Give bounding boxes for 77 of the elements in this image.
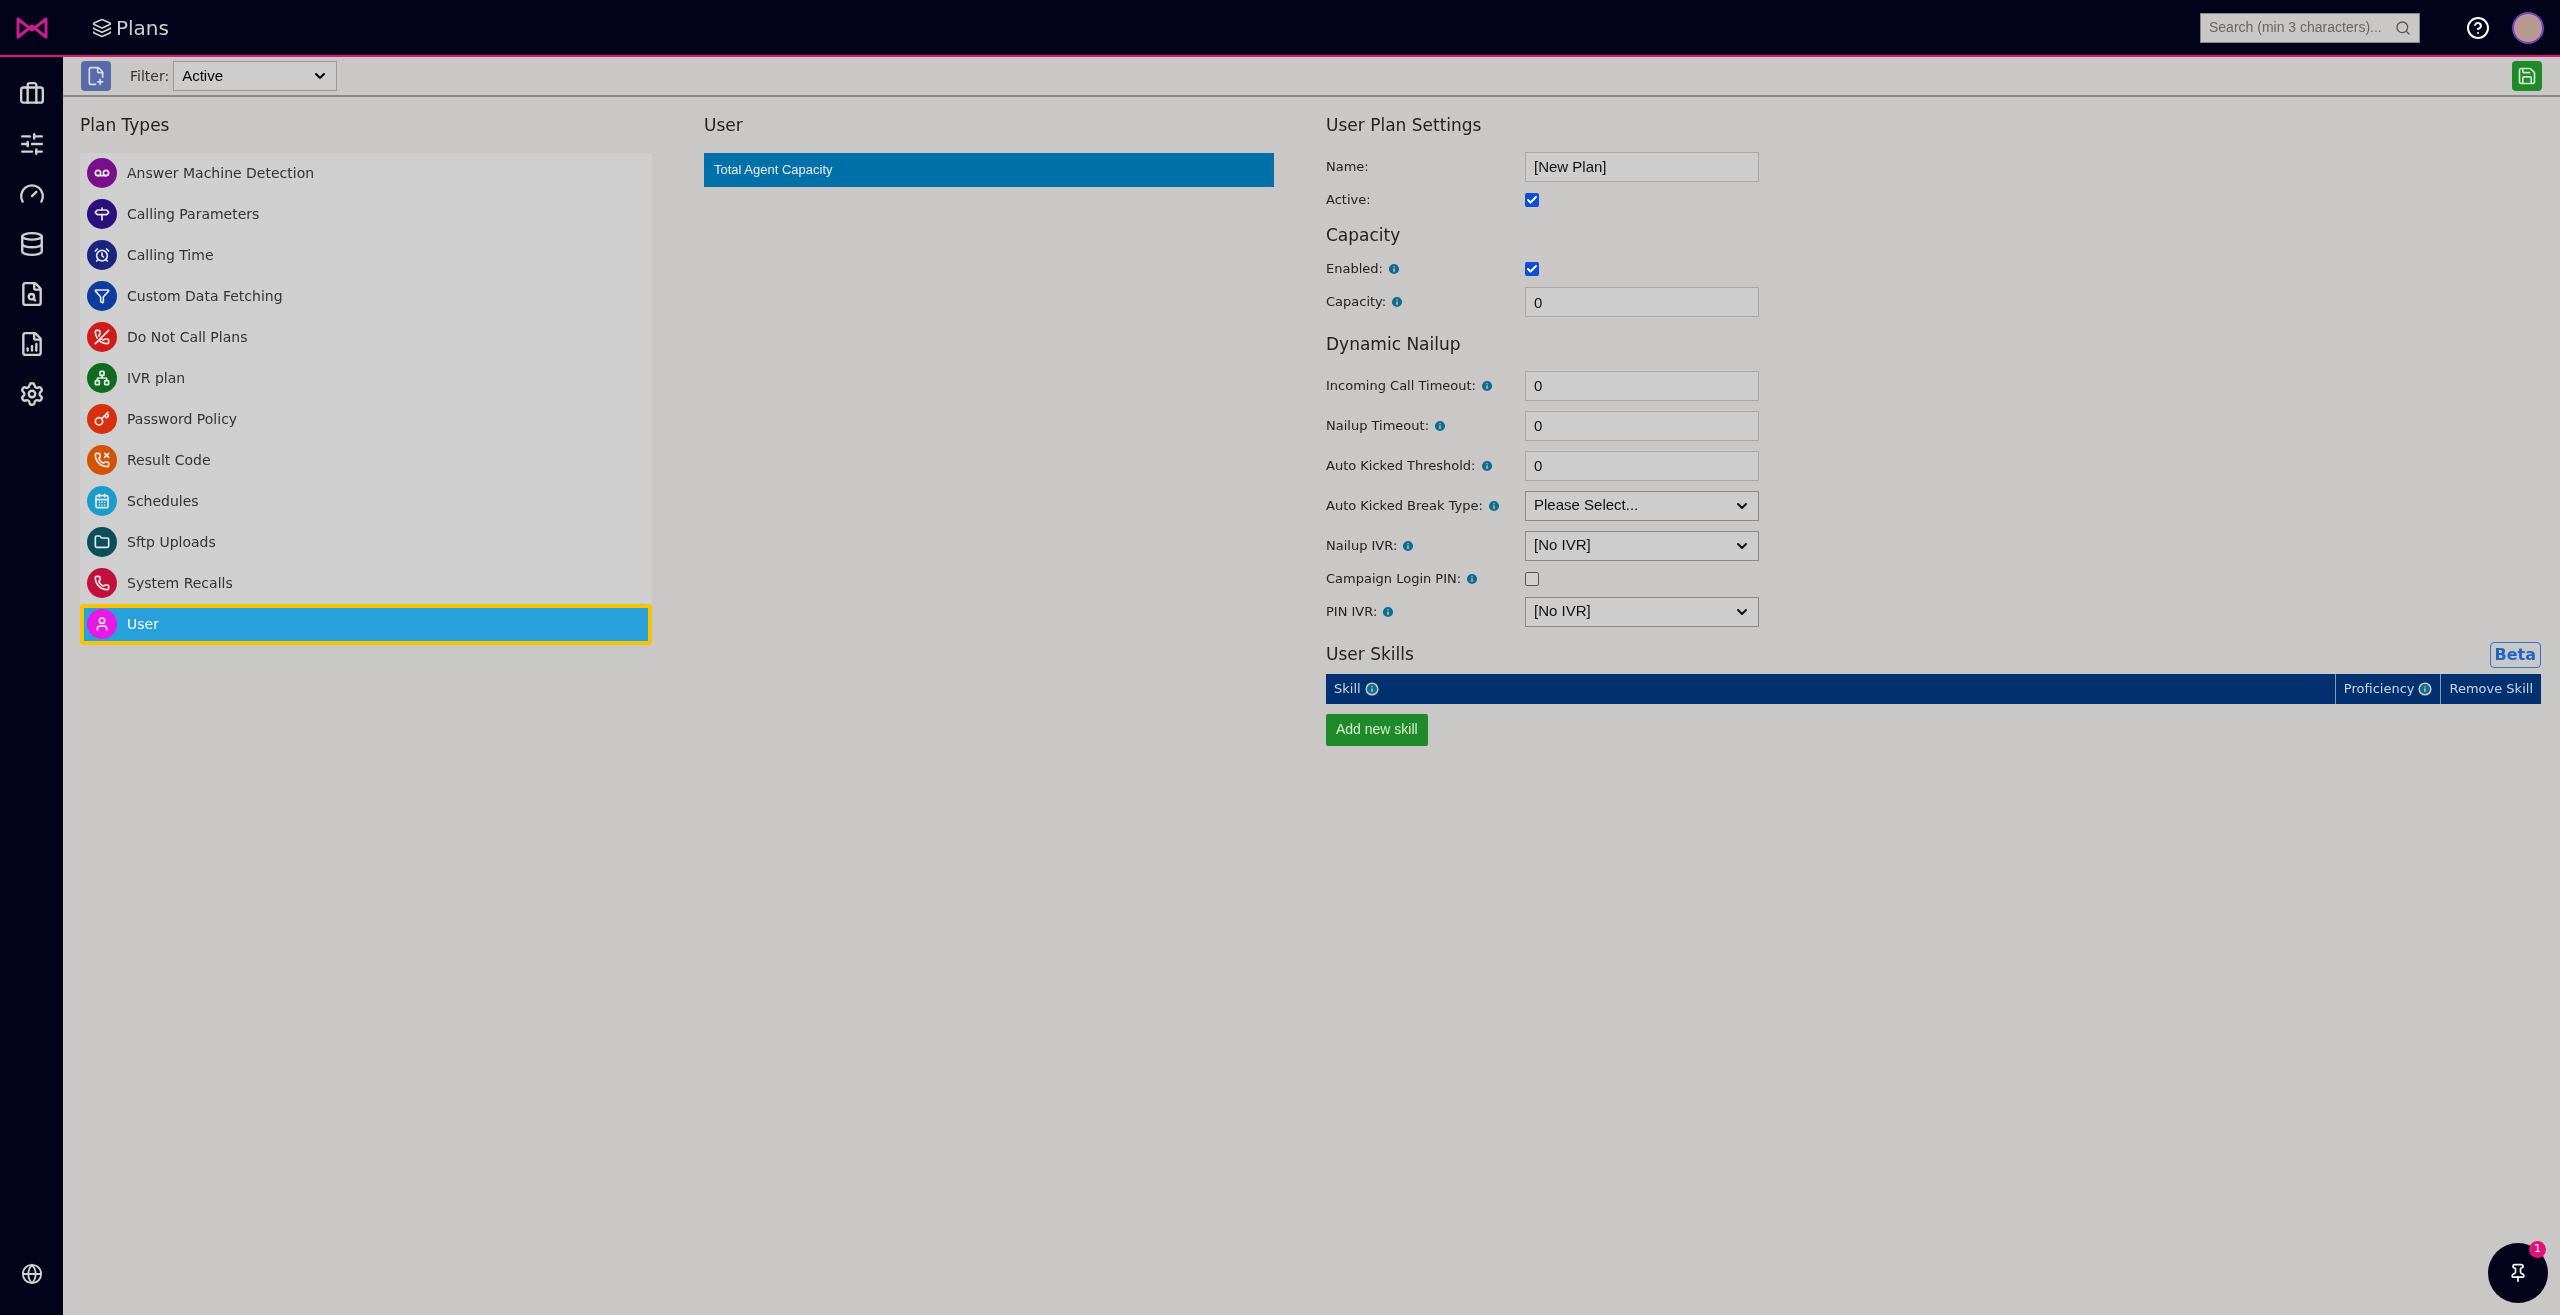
plan-type-item[interactable]: Result Code (80, 439, 652, 481)
text-field[interactable]: [New Plan] (1525, 151, 1759, 182)
dropdown[interactable]: [No IVR] (1525, 530, 1759, 561)
briefcase-icon[interactable] (18, 81, 45, 107)
database-icon[interactable] (18, 231, 45, 257)
search-field[interactable]: Search (min 3 characters)... (2200, 12, 2420, 43)
info-icon[interactable] (1386, 262, 1401, 276)
section-heading: User Plan Settings (1326, 114, 1483, 137)
settings-icon[interactable] (18, 381, 45, 407)
pin-icon (2508, 1263, 2528, 1283)
info-icon[interactable] (1364, 681, 1379, 696)
plan-type-item[interactable]: Answer Machine Detection (80, 152, 652, 194)
save-button[interactable] (2512, 61, 2542, 91)
plan-type-item[interactable]: Password Policy (80, 398, 652, 440)
field-label: Auto Kicked Threshold: (1326, 456, 1476, 475)
pin-button[interactable]: 1 (2488, 1243, 2548, 1303)
section-heading: Dynamic Nailup (1326, 333, 1462, 356)
section-heading: Plan Types (80, 114, 171, 137)
filter-dropdown[interactable]: Active (173, 61, 338, 91)
dropdown[interactable]: [No IVR] (1525, 596, 1759, 627)
field-label: PIN IVR: (1326, 602, 1378, 621)
field-label: Auto Kicked Break Type: (1326, 496, 1483, 515)
info-icon[interactable] (1433, 418, 1448, 433)
info-icon[interactable] (2418, 681, 2433, 696)
filter-label: Filter: (130, 66, 170, 86)
field-label: Nailup Timeout: (1326, 416, 1430, 435)
checkbox[interactable] (1525, 192, 1539, 207)
info-icon[interactable] (1479, 378, 1494, 393)
new-plan-button[interactable] (81, 61, 111, 91)
globe-icon[interactable] (20, 1263, 43, 1285)
plan-type-item[interactable]: IVR plan (80, 357, 652, 399)
text-field[interactable]: 0 (1525, 450, 1759, 481)
plan-type-item[interactable]: Calling Time (80, 234, 652, 276)
info-icon[interactable] (1401, 538, 1416, 553)
column-header: Remove Skill (2440, 673, 2541, 704)
file-plus-icon (86, 66, 106, 86)
text-field[interactable]: 0 (1525, 410, 1759, 441)
field-label: Campaign Login PIN: (1326, 569, 1462, 588)
plan-item[interactable]: Total Agent Capacity (704, 152, 1274, 187)
section-heading: User Skills (1326, 643, 1414, 666)
field-label: Name: (1326, 157, 1369, 176)
column-header: Proficiency (2334, 673, 2441, 704)
info-icon[interactable] (1486, 498, 1501, 513)
checkbox[interactable] (1525, 262, 1539, 276)
column-header: Skill (1326, 673, 2335, 704)
plan-type-item[interactable]: Calling Parameters (80, 193, 652, 235)
text-field[interactable]: 0 (1525, 287, 1759, 317)
info-icon[interactable] (1479, 458, 1494, 473)
notification-badge: 1 (2529, 1241, 2546, 1258)
dropdown[interactable]: Please Select... (1525, 490, 1759, 521)
field-label: Active: (1326, 190, 1371, 209)
add-skill-button[interactable]: Add new skill (1326, 713, 1428, 746)
info-icon[interactable] (1381, 604, 1396, 619)
layers-icon (92, 17, 112, 38)
plan-type-item[interactable]: Sftp Uploads (80, 521, 652, 563)
plan-type-item[interactable]: Custom Data Fetching (80, 275, 652, 317)
field-label: Capacity: (1326, 293, 1387, 312)
checkbox[interactable] (1525, 571, 1539, 586)
plan-type-item[interactable]: Schedules (80, 480, 652, 522)
plan-type-item[interactable]: Do Not Call Plans (80, 316, 652, 358)
field-label: Incoming Call Timeout: (1326, 376, 1476, 395)
sliders-icon[interactable] (18, 131, 45, 157)
beta-badge: Beta (2489, 641, 2541, 668)
info-icon[interactable] (1390, 295, 1405, 309)
section-heading: Capacity (1326, 223, 1402, 247)
text-field[interactable]: 0 (1525, 370, 1759, 401)
save-icon (2517, 66, 2537, 86)
help-icon[interactable] (2466, 15, 2490, 40)
search-icon[interactable] (2395, 19, 2411, 36)
info-icon[interactable] (1465, 571, 1480, 586)
page-title: Plans (116, 14, 169, 42)
field-label: Nailup IVR: (1326, 536, 1398, 555)
plan-type-item[interactable]: System Recalls (80, 562, 652, 604)
section-heading: User (704, 114, 744, 137)
field-label: Enabled: (1326, 260, 1383, 279)
avatar[interactable] (2512, 11, 2544, 44)
logo-icon[interactable] (16, 16, 48, 39)
